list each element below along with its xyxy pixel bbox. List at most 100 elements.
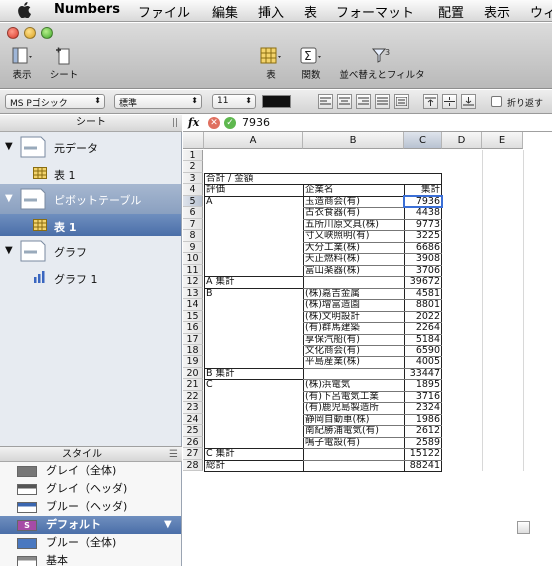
menu-arrange[interactable]: 配置 xyxy=(438,2,464,21)
cell-c13[interactable]: 4581 xyxy=(404,288,442,299)
row-header[interactable]: 18 xyxy=(183,344,203,357)
cell-c2[interactable] xyxy=(404,161,442,172)
valign-middle-button[interactable] xyxy=(442,94,457,109)
column-header-e[interactable]: E xyxy=(482,132,523,149)
style-item-blue-header[interactable]: ブルー（ヘッダ) xyxy=(0,498,181,516)
row-header[interactable]: 1 xyxy=(183,150,203,162)
cell-a15[interactable] xyxy=(204,311,303,322)
cell-a4[interactable]: 評価 xyxy=(204,184,303,195)
cell-c6[interactable]: 4438 xyxy=(404,207,442,218)
cell-a7[interactable] xyxy=(204,219,303,230)
cell-a12[interactable]: A 集計 xyxy=(204,276,303,287)
cell-b22[interactable]: (有)下呂電気工業 xyxy=(303,391,404,402)
row-header[interactable]: 24 xyxy=(183,413,203,426)
cell-b10[interactable]: 天正燃料(株) xyxy=(303,253,404,264)
cell-b24[interactable]: 静岡自動車(株) xyxy=(303,414,404,425)
cell-b2[interactable] xyxy=(303,161,404,172)
sidebar-item-source-table[interactable]: 表 1 xyxy=(0,162,181,184)
row-header[interactable]: 3 xyxy=(183,172,203,185)
row-header[interactable]: 25 xyxy=(183,425,203,437)
cell-a24[interactable] xyxy=(204,414,303,425)
font-family-select[interactable]: MS Pゴシック ⬍ xyxy=(5,94,105,109)
style-item-basic[interactable]: 基本 xyxy=(0,552,181,566)
row-header[interactable]: 21 xyxy=(183,379,203,391)
cell-c26[interactable]: 2589 xyxy=(404,437,442,448)
cell-c25[interactable]: 2612 xyxy=(404,425,442,436)
cell-b9[interactable]: 大分工業(株) xyxy=(303,242,404,253)
align-auto-button[interactable] xyxy=(394,94,409,109)
app-menu[interactable]: Numbers xyxy=(54,2,120,17)
pane-menu-icon[interactable]: ☰ xyxy=(169,447,178,462)
sidebar-item-pivot-sheet[interactable]: ▼ ピボットテーブル xyxy=(0,184,181,214)
cell-b4[interactable]: 企業名 xyxy=(303,184,404,195)
row-header[interactable]: 12 xyxy=(183,276,203,288)
cell-c21[interactable]: 1895 xyxy=(404,379,442,390)
cell-a23[interactable] xyxy=(204,402,303,413)
font-style-select[interactable]: 標準 ⬍ xyxy=(114,94,202,109)
cell-b20[interactable] xyxy=(303,368,404,379)
cell-a1[interactable] xyxy=(204,150,303,161)
cell-c11[interactable]: 3706 xyxy=(404,265,442,276)
row-header[interactable]: 26 xyxy=(183,436,203,449)
cell-b8[interactable]: 寸又峡照明(有) xyxy=(303,230,404,241)
sidebar-item-chart-sheet[interactable]: ▼ グラフ xyxy=(0,236,181,266)
sidebar-item-chart[interactable]: グラフ 1 xyxy=(0,266,181,288)
cell-c10[interactable]: 3908 xyxy=(404,253,442,264)
style-item-gray-all[interactable]: グレイ（全体) xyxy=(0,462,181,480)
row-header[interactable]: 13 xyxy=(183,287,203,300)
cell-c24[interactable]: 1986 xyxy=(404,414,442,425)
cell-c3[interactable] xyxy=(404,173,442,184)
cell-a6[interactable] xyxy=(204,207,303,218)
row-header[interactable]: 23 xyxy=(183,402,203,414)
table-button[interactable]: 表 xyxy=(256,47,286,81)
cell-b1[interactable] xyxy=(303,150,404,161)
align-justify-button[interactable] xyxy=(375,94,390,109)
column-header-a[interactable]: A xyxy=(204,132,303,149)
sort-filter-button[interactable]: 3 並べ替えとフィルタ xyxy=(334,47,430,81)
accept-edit-icon[interactable]: ✓ xyxy=(224,117,236,129)
cell-b3[interactable] xyxy=(303,173,404,184)
cancel-edit-icon[interactable]: ✕ xyxy=(208,117,220,129)
menu-insert[interactable]: 挿入 xyxy=(258,2,284,21)
font-size-select[interactable]: 11 ⬍ xyxy=(212,94,256,109)
row-header[interactable]: 17 xyxy=(183,333,203,345)
cell-c18[interactable]: 6590 xyxy=(404,345,442,356)
row-header[interactable]: 2 xyxy=(183,161,203,173)
cell-c19[interactable]: 4005 xyxy=(404,356,442,367)
valign-top-button[interactable] xyxy=(423,94,438,109)
menu-format[interactable]: フォーマット xyxy=(336,2,414,21)
cell-b17[interactable]: 享保汽船(有) xyxy=(303,334,404,345)
row-header[interactable]: 20 xyxy=(183,367,203,380)
row-header[interactable]: 14 xyxy=(183,299,203,311)
column-header-c[interactable]: C xyxy=(404,132,442,149)
spreadsheet-grid[interactable]: A B C D E 1 2 3 合計 / 金額 4 評価 企業名 集計 5 A 玉造商会(有) 793… xyxy=(183,132,552,566)
cell-c9[interactable]: 6686 xyxy=(404,242,442,253)
cell-c12[interactable]: 39672 xyxy=(404,276,442,287)
cell-c20[interactable]: 33447 xyxy=(404,368,442,379)
cell-c22[interactable]: 3716 xyxy=(404,391,442,402)
cell-b13[interactable]: (株)嘉吉金属 xyxy=(303,288,404,299)
cell-a2[interactable] xyxy=(204,161,303,172)
minimize-window-button[interactable] xyxy=(24,27,36,39)
cell-a25[interactable] xyxy=(204,425,303,436)
select-all-corner[interactable] xyxy=(183,132,204,149)
formula-input[interactable]: 7936 xyxy=(242,116,270,129)
menu-file[interactable]: ファイル xyxy=(138,2,190,21)
sidebar-item-pivot-table[interactable]: 表 1 xyxy=(0,214,181,236)
cell-b12[interactable] xyxy=(303,276,404,287)
cell-b11[interactable]: 富山楽器(株) xyxy=(303,265,404,276)
align-right-button[interactable] xyxy=(356,94,371,109)
cell-a27[interactable]: C 集計 xyxy=(204,448,303,459)
cell-c28[interactable]: 88241 xyxy=(404,460,442,471)
row-header[interactable]: 19 xyxy=(183,356,203,368)
cell-a13[interactable]: B xyxy=(204,288,303,299)
cell-a5[interactable]: A xyxy=(204,196,303,207)
cell-b19[interactable]: 平島産業(株) xyxy=(303,356,404,367)
cell-b16[interactable]: (有)群馬建築 xyxy=(303,322,404,333)
style-item-default[interactable]: S デフォルト ▼ xyxy=(0,516,181,534)
menu-view[interactable]: 表示 xyxy=(484,2,510,21)
cell-a10[interactable] xyxy=(204,253,303,264)
row-header[interactable]: 7 xyxy=(183,218,203,231)
cell-a9[interactable] xyxy=(204,242,303,253)
disclosure-triangle-icon[interactable]: ▼ xyxy=(5,193,13,204)
